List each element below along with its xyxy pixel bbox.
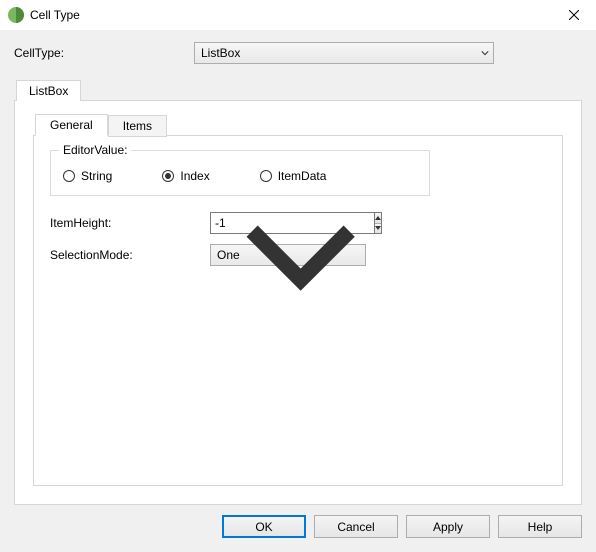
cancel-button[interactable]: Cancel <box>314 515 398 538</box>
celltype-select-wrap: ListBox <box>194 42 494 64</box>
chevron-up-icon <box>375 216 381 220</box>
apply-button[interactable]: Apply <box>406 515 490 538</box>
editor-value-radios: String Index ItemData <box>63 165 417 183</box>
editor-value-group: EditorValue: String Index ItemData <box>50 150 430 196</box>
radio-itemdata[interactable]: ItemData <box>260 169 327 183</box>
radio-dot-icon <box>165 173 171 179</box>
radio-icon <box>260 170 272 182</box>
item-height-down[interactable] <box>375 224 381 234</box>
ok-button[interactable]: OK <box>222 515 306 538</box>
outer-panel: General Items EditorValue: String Index <box>14 100 582 505</box>
radio-index[interactable]: Index <box>162 169 209 183</box>
tab-items[interactable]: Items <box>108 115 167 137</box>
chevron-down-icon <box>375 226 381 230</box>
help-button[interactable]: Help <box>498 515 582 538</box>
title-left: Cell Type <box>8 7 80 23</box>
app-icon <box>8 7 24 23</box>
celltype-select[interactable]: ListBox <box>194 42 494 64</box>
dialog-body: CellType: ListBox ListBox General Items <box>0 30 596 552</box>
chevron-down-icon <box>481 49 489 57</box>
celltype-row: CellType: ListBox <box>14 40 582 66</box>
outer-tab-strip: ListBox <box>14 78 582 100</box>
radio-icon <box>63 170 75 182</box>
radio-string-label: String <box>81 169 112 183</box>
close-icon <box>569 10 579 20</box>
window-title: Cell Type <box>30 8 80 22</box>
item-height-spin <box>374 212 382 234</box>
editor-value-label: EditorValue: <box>59 143 131 157</box>
cell-type-dialog: Cell Type CellType: ListBox <box>0 0 596 552</box>
radio-index-label: Index <box>180 169 209 183</box>
tab-listbox[interactable]: ListBox <box>16 80 81 101</box>
titlebar: Cell Type <box>0 0 596 30</box>
selection-mode-select[interactable]: One <box>210 244 366 266</box>
item-height-label: ItemHeight: <box>50 216 210 230</box>
tab-general[interactable]: General <box>35 114 108 136</box>
selection-mode-row: SelectionMode: One <box>50 244 546 266</box>
selection-mode-value: One <box>217 248 240 262</box>
inner-tab-strip: General Items <box>33 113 563 135</box>
dialog-button-row: OK Cancel Apply Help <box>14 515 582 538</box>
radio-itemdata-label: ItemData <box>278 169 327 183</box>
celltype-label: CellType: <box>14 46 194 60</box>
inner-panel-general: EditorValue: String Index ItemData <box>33 135 563 486</box>
chevron-down-icon <box>240 219 361 292</box>
celltype-select-value: ListBox <box>201 46 240 60</box>
radio-icon <box>162 170 174 182</box>
radio-string[interactable]: String <box>63 169 112 183</box>
item-height-up[interactable] <box>375 213 381 224</box>
selection-mode-label: SelectionMode: <box>50 248 210 262</box>
close-button[interactable] <box>551 0 596 30</box>
